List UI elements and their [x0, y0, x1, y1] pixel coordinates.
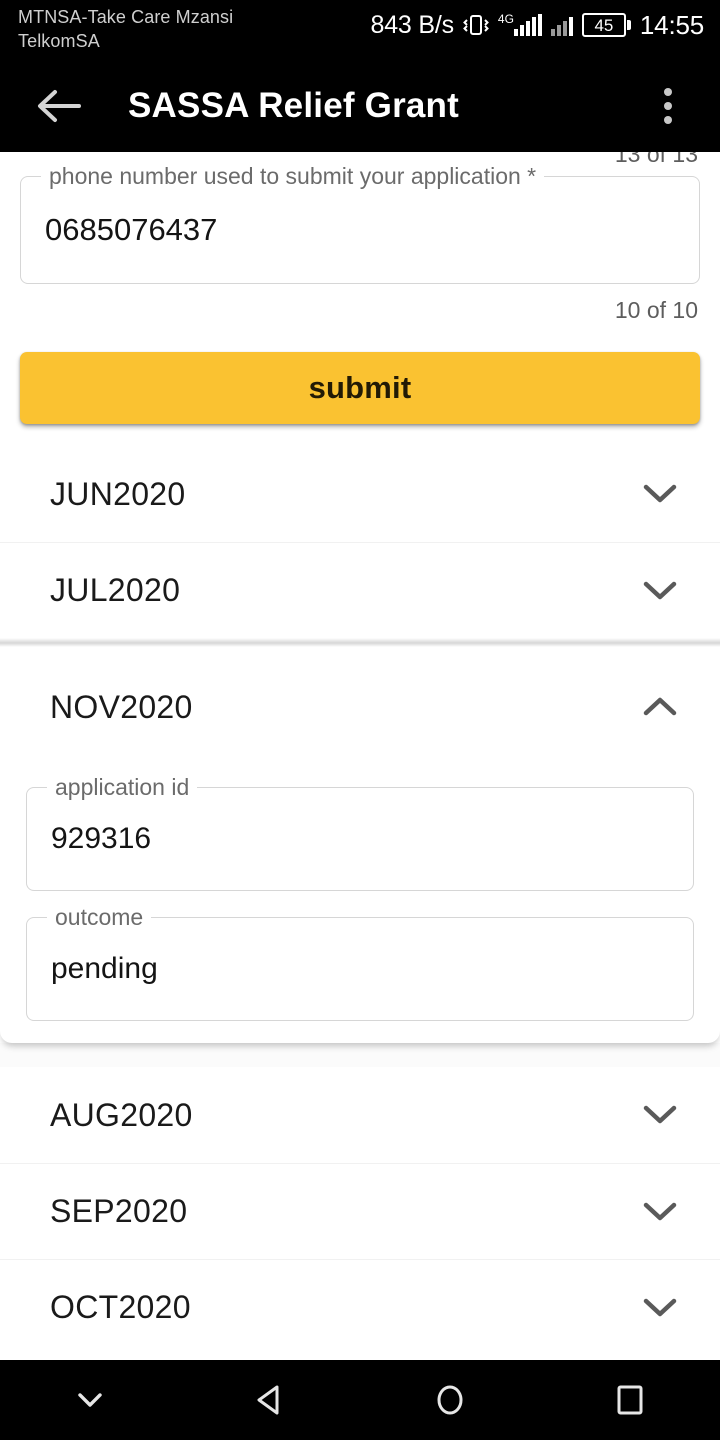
signal-bars-1 [514, 14, 542, 36]
vibrate-icon [463, 11, 489, 39]
phone-number-field[interactable]: phone number used to submit your applica… [20, 176, 700, 284]
nav-recents-square-icon [609, 1379, 651, 1421]
accordion-row-oct2020[interactable]: OCT2020 [0, 1259, 720, 1355]
hide-keyboard-button[interactable] [0, 1360, 180, 1440]
chevron-down-icon[interactable] [640, 1288, 680, 1328]
signal-1-icon: 4G [498, 14, 542, 36]
network-speed-label: 843 B/s [371, 11, 454, 39]
back-button[interactable] [30, 78, 86, 134]
nav-back-button[interactable] [180, 1360, 360, 1440]
phone-number-value[interactable]: 0685076437 [21, 212, 699, 248]
page-title: SASSA Relief Grant [128, 86, 459, 126]
chevron-down-icon[interactable] [640, 474, 680, 514]
outcome-field[interactable]: outcome pending [26, 917, 694, 1021]
accordion-row-jun2020[interactable]: JUN2020 [0, 446, 720, 542]
accordion-row-aug2020[interactable]: AUG2020 [0, 1067, 720, 1163]
accordion-label: SEP2020 [50, 1193, 187, 1230]
application-id-value[interactable]: 929316 [27, 821, 693, 857]
nav-home-circle-icon [429, 1379, 471, 1421]
accordion-row-nov2020[interactable]: NOV2020 [0, 647, 720, 767]
battery-icon: 45 [582, 13, 631, 37]
carrier-line-1: MTNSA-Take Care Mzansi [18, 5, 233, 29]
accordion-label: JUL2020 [50, 572, 180, 609]
accordion-label: NOV2020 [50, 689, 193, 726]
overflow-menu-icon [664, 88, 672, 96]
nav-back-triangle-icon [249, 1379, 291, 1421]
clock-label: 14:55 [640, 11, 704, 39]
accordion-group-top: JUN2020 JUL2020 [0, 446, 720, 638]
status-bar: MTNSA-Take Care Mzansi TelkomSA 843 B/s … [0, 0, 720, 60]
application-id-label: application id [47, 774, 197, 800]
chevron-down-icon [70, 1387, 110, 1413]
accordion-label: AUG2020 [50, 1097, 193, 1134]
network-type-label: 4G [498, 14, 514, 24]
outcome-value[interactable]: pending [27, 951, 693, 987]
submit-button[interactable]: submit [20, 352, 700, 424]
outcome-label: outcome [47, 904, 151, 930]
chevron-down-icon[interactable] [640, 571, 680, 611]
accordion-row-sep2020[interactable]: SEP2020 [0, 1163, 720, 1259]
nav-home-button[interactable] [360, 1360, 540, 1440]
battery-level-label: 45 [594, 17, 613, 34]
phone-number-label: phone number used to submit your applica… [41, 163, 544, 189]
chevron-down-icon[interactable] [640, 1192, 680, 1232]
app-bar: SASSA Relief Grant [0, 60, 720, 152]
scroll-content[interactable]: 13 of 13 phone number used to submit you… [0, 152, 720, 1360]
phone-screen: MTNSA-Take Care Mzansi TelkomSA 843 B/s … [0, 0, 720, 1440]
accordion-row-jul2020[interactable]: JUL2020 [0, 542, 720, 638]
status-icons: 843 B/s 4G 45 14:55 [371, 5, 704, 39]
carrier-line-2: TelkomSA [18, 29, 233, 53]
accordion-group-bottom: AUG2020 SEP2020 OCT2020 [0, 1067, 720, 1355]
accordion-label: JUN2020 [50, 476, 186, 513]
phone-character-counter: 10 of 10 [0, 296, 720, 324]
accordion-panel-body: application id 929316 outcome pending [0, 767, 720, 1021]
accordion-expanded-nov2020: NOV2020 application id 929316 outcome pe… [0, 647, 720, 1043]
carrier-label: MTNSA-Take Care Mzansi TelkomSA [18, 5, 233, 53]
nav-recents-button[interactable] [540, 1360, 720, 1440]
android-navigation-bar [0, 1360, 720, 1440]
accordion-label: OCT2020 [50, 1289, 191, 1326]
card-gap [0, 1043, 720, 1067]
arrow-back-icon [35, 87, 81, 125]
application-id-field[interactable]: application id 929316 [26, 787, 694, 891]
signal-bars-2-icon [551, 14, 573, 36]
overflow-menu-button[interactable] [642, 78, 694, 134]
chevron-up-icon[interactable] [640, 687, 680, 727]
card-divider [0, 638, 720, 647]
chevron-down-icon[interactable] [640, 1095, 680, 1135]
